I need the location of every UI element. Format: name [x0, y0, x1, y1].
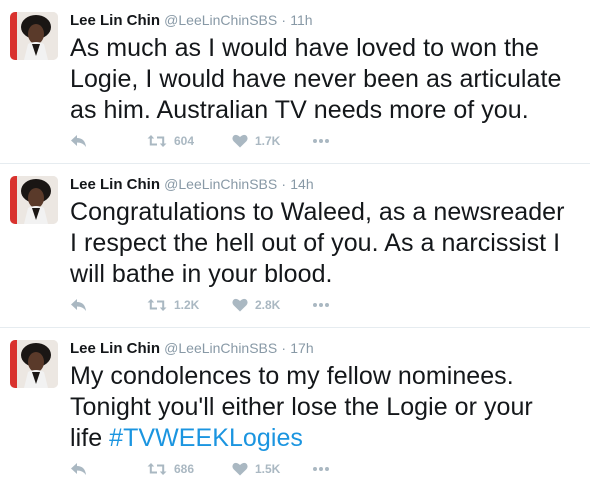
user-handle[interactable]: @LeeLinChinSBS	[164, 340, 277, 356]
retweet-icon	[147, 463, 167, 475]
like-count: 2.8K	[255, 298, 281, 312]
tweet[interactable]: Lee Lin Chin @LeeLinChinSBS · 17h My con…	[0, 328, 590, 491]
display-name[interactable]: Lee Lin Chin	[70, 340, 160, 357]
retweet-count: 604	[174, 134, 195, 148]
display-name[interactable]: Lee Lin Chin	[70, 12, 160, 29]
more-button[interactable]	[312, 466, 330, 472]
tweet-header: Lee Lin Chin @LeeLinChinSBS · 11h	[70, 10, 578, 31]
reply-button[interactable]	[70, 461, 147, 477]
user-handle[interactable]: @LeeLinChinSBS	[164, 12, 277, 28]
separator: ·	[281, 176, 287, 192]
tweet-actions: 686 1.5K	[70, 459, 330, 479]
reply-button[interactable]	[70, 133, 147, 149]
heart-icon	[232, 298, 248, 312]
like-button[interactable]: 2.8K	[232, 298, 312, 312]
avatar[interactable]	[10, 340, 58, 388]
tweet-header: Lee Lin Chin @LeeLinChinSBS · 17h	[70, 338, 578, 359]
tweet-text-content: Congratulations to Waleed, as a newsread…	[70, 198, 565, 288]
tweet-text: My condolences to my fellow nominees. To…	[70, 361, 578, 454]
retweet-button[interactable]: 686	[147, 462, 232, 476]
tweet-text: As much as I would have loved to won the…	[70, 33, 578, 126]
reply-button[interactable]	[70, 297, 147, 313]
reply-icon	[71, 299, 86, 311]
retweet-count: 1.2K	[174, 298, 200, 312]
retweet-icon	[147, 135, 167, 147]
retweet-count: 686	[174, 462, 195, 476]
avatar[interactable]	[10, 12, 58, 60]
more-button[interactable]	[312, 302, 330, 308]
more-button[interactable]	[312, 138, 330, 144]
tweet-actions: 604 1.7K	[70, 131, 330, 151]
timestamp[interactable]: 11h	[290, 12, 312, 28]
display-name[interactable]: Lee Lin Chin	[70, 176, 160, 193]
tweet-text-content: As much as I would have loved to won the…	[70, 34, 562, 124]
retweet-icon	[147, 299, 167, 311]
tweet-header: Lee Lin Chin @LeeLinChinSBS · 14h	[70, 174, 578, 195]
like-count: 1.5K	[255, 462, 281, 476]
user-handle[interactable]: @LeeLinChinSBS	[164, 176, 277, 192]
heart-icon	[232, 462, 248, 476]
heart-icon	[232, 134, 248, 148]
like-button[interactable]: 1.7K	[232, 134, 312, 148]
like-count: 1.7K	[255, 134, 281, 148]
timestamp[interactable]: 17h	[290, 340, 313, 356]
more-icon	[313, 139, 329, 143]
tweet[interactable]: Lee Lin Chin @LeeLinChinSBS · 11h As muc…	[0, 0, 590, 164]
tweet-text: Congratulations to Waleed, as a newsread…	[70, 197, 578, 290]
reply-icon	[71, 135, 86, 147]
tweet[interactable]: Lee Lin Chin @LeeLinChinSBS · 14h Congra…	[0, 164, 590, 328]
tweet-actions: 1.2K 2.8K	[70, 295, 330, 315]
like-button[interactable]: 1.5K	[232, 462, 312, 476]
separator: ·	[281, 340, 287, 356]
tweet-timeline: Lee Lin Chin @LeeLinChinSBS · 11h As muc…	[0, 0, 590, 491]
retweet-button[interactable]: 1.2K	[147, 298, 232, 312]
more-icon	[313, 467, 329, 471]
timestamp[interactable]: 14h	[290, 176, 313, 192]
avatar[interactable]	[10, 176, 58, 224]
retweet-button[interactable]: 604	[147, 134, 232, 148]
separator: ·	[281, 12, 287, 28]
more-icon	[313, 303, 329, 307]
reply-icon	[71, 463, 86, 475]
hashtag-link[interactable]: #TVWEEKLogies	[109, 424, 303, 452]
